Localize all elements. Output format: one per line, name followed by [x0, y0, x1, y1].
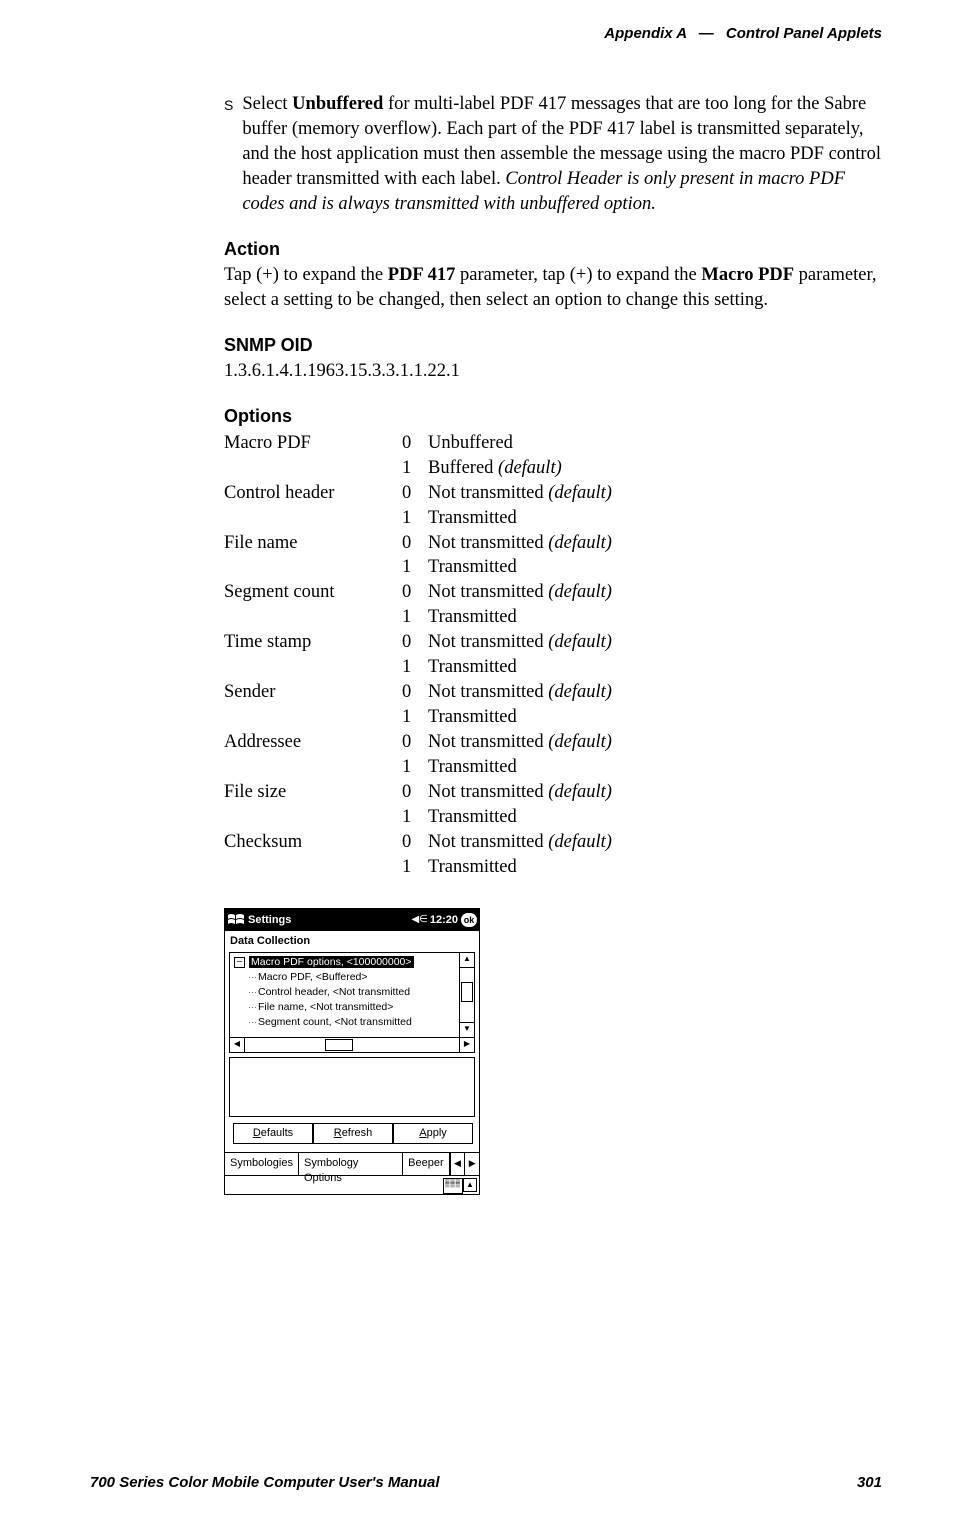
bullet-item: S Select Unbuffered for multi-label PDF … [224, 92, 882, 217]
tab-scroll-right-icon[interactable]: ▶ [464, 1153, 479, 1175]
tab-scroll-left-icon[interactable]: ◀ [450, 1153, 465, 1175]
snmp-value: 1.3.6.1.4.1.1963.15.3.3.1.1.22.1 [224, 359, 882, 384]
clock[interactable]: 12:20 [430, 913, 458, 928]
table-row: 1Transmitted [224, 605, 620, 630]
hscroll-thumb[interactable] [325, 1039, 353, 1051]
table-row: 1Transmitted [224, 555, 620, 580]
horizontal-scrollbar[interactable]: ◀ ▶ [229, 1038, 475, 1053]
sip-up-icon[interactable]: ▲ [463, 1178, 477, 1192]
tab-bar: Symbologies Symbology Options Beeper ◀ ▶ [225, 1152, 479, 1175]
table-row: 1Buffered (default) [224, 456, 620, 481]
options-table: Macro PDF0Unbuffered 1Buffered (default)… [224, 431, 620, 880]
windows-flag-icon [227, 912, 245, 928]
tab-symbology-options[interactable]: Symbology Options [299, 1153, 403, 1175]
table-row: Addressee0Not transmitted (default) [224, 730, 620, 755]
tree-item[interactable]: ⋯File name, <Not transmitted> [234, 1000, 459, 1015]
ok-button[interactable]: ok [461, 913, 477, 927]
header-title: Control Panel Applets [726, 25, 882, 42]
table-row: File size0Not transmitted (default) [224, 780, 620, 805]
tab-symbologies[interactable]: Symbologies [225, 1153, 299, 1175]
scroll-left-icon[interactable]: ◀ [230, 1038, 245, 1052]
scroll-up-icon[interactable]: ▲ [460, 953, 474, 968]
title-bar: Settings ◀∈ 12:20 ok [225, 909, 479, 931]
scroll-thumb[interactable] [461, 982, 473, 1002]
refresh-button[interactable]: Refresh [313, 1123, 393, 1144]
window-title: Settings [248, 913, 411, 928]
scroll-right-icon[interactable]: ▶ [459, 1038, 474, 1052]
options-heading: Options [224, 404, 882, 428]
apply-button[interactable]: Apply [393, 1123, 473, 1144]
tree-item[interactable]: ⋯Control header, <Not transmitted [234, 985, 459, 1000]
table-row: Sender0Not transmitted (default) [224, 680, 620, 705]
tab-beeper[interactable]: Beeper [403, 1153, 449, 1175]
collapse-icon[interactable]: – [234, 957, 245, 968]
table-row: 1Transmitted [224, 506, 620, 531]
table-row: File name0Not transmitted (default) [224, 531, 620, 556]
applet-title: Data Collection [225, 931, 479, 952]
footer-title: 700 Series Color Mobile Computer User's … [90, 1474, 440, 1491]
table-row: 1Transmitted [224, 705, 620, 730]
table-row: Segment count0Not transmitted (default) [224, 580, 620, 605]
vertical-scrollbar[interactable]: ▲ ▼ [459, 953, 474, 1037]
defaults-button[interactable]: Defaults [233, 1123, 313, 1144]
action-text: Tap (+) to expand the PDF 417 parameter,… [224, 263, 882, 313]
table-row: Control header0Not transmitted (default) [224, 481, 620, 506]
action-heading: Action [224, 237, 882, 261]
header-dash: — [699, 25, 714, 42]
tree-item[interactable]: ⋯Segment count, <Not transmitted [234, 1015, 459, 1030]
snmp-heading: SNMP OID [224, 333, 882, 357]
table-row: Time stamp0Not transmitted (default) [224, 630, 620, 655]
tree-view[interactable]: –Macro PDF options, <100000000> ⋯Macro P… [229, 952, 475, 1038]
settings-window: Settings ◀∈ 12:20 ok Data Collection –Ma… [224, 908, 480, 1195]
bullet-text: Select Unbuffered for multi-label PDF 41… [242, 92, 882, 217]
keyboard-icon[interactable]: ▒▒▒▒▒▒ [443, 1178, 463, 1194]
page-footer: 700 Series Color Mobile Computer User's … [90, 1474, 882, 1491]
table-row: 1Transmitted [224, 655, 620, 680]
header-appendix: Appendix A [604, 25, 686, 42]
table-row: 1Transmitted [224, 805, 620, 830]
sip-bar: ▒▒▒▒▒▒ ▲ [225, 1175, 479, 1194]
speaker-icon[interactable]: ◀∈ [411, 913, 427, 927]
tree-item[interactable]: ⋯Macro PDF, <Buffered> [234, 970, 459, 985]
bullet-glyph: S [224, 92, 233, 217]
tree-item-selected[interactable]: –Macro PDF options, <100000000> [234, 955, 459, 970]
table-row: Checksum0Not transmitted (default) [224, 830, 620, 855]
page-header: Appendix A — Control Panel Applets [90, 25, 882, 42]
scroll-down-icon[interactable]: ▼ [460, 1022, 474, 1037]
detail-pane [229, 1057, 475, 1117]
page-number: 301 [857, 1474, 882, 1491]
table-row: 1Transmitted [224, 855, 620, 880]
table-row: 1Transmitted [224, 755, 620, 780]
table-row: Macro PDF0Unbuffered [224, 431, 620, 456]
